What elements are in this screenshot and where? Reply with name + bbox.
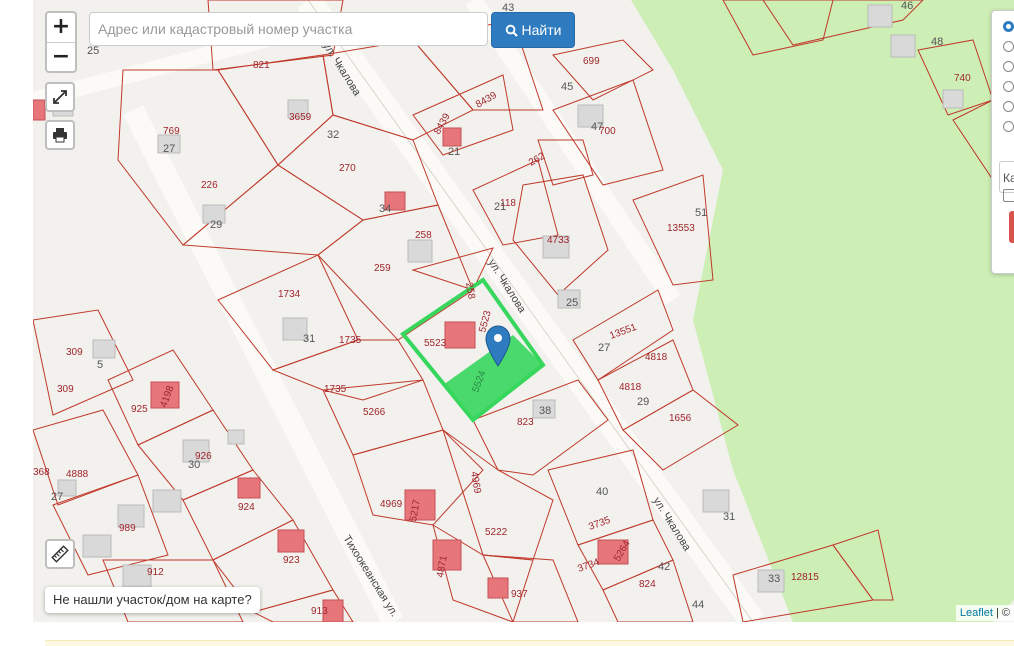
parcel-label: 5266 — [363, 407, 386, 418]
house-number: 46 — [901, 0, 913, 12]
parcel-label: 937 — [511, 589, 528, 600]
house-number: 47 — [591, 121, 603, 133]
parcel-label: 13551 — [608, 322, 638, 342]
layer-radio-5[interactable] — [1003, 101, 1014, 112]
house-number: 31 — [723, 511, 735, 523]
parcel-label: 3659 — [289, 112, 312, 123]
house-number: 5 — [97, 359, 103, 371]
house-number: 44 — [692, 599, 704, 611]
parcel-label: 368 — [33, 467, 50, 478]
house-number: 34 — [379, 203, 391, 215]
parcel-label: 258 — [463, 282, 477, 301]
parcel-label: 258 — [415, 230, 432, 241]
parcel-label: 226 — [201, 180, 218, 191]
house-number: 29 — [637, 396, 649, 408]
parcel-label: 8439 — [474, 90, 499, 111]
parcel-label: 270 — [339, 163, 356, 174]
parcel-label: 309 — [57, 384, 74, 395]
panel-checkbox[interactable] — [1003, 189, 1014, 202]
parcel-label: 4818 — [619, 382, 642, 393]
parcel-label: 925 — [131, 404, 148, 415]
measure-button[interactable] — [45, 539, 75, 569]
ruler-icon — [51, 545, 69, 563]
fullscreen-button[interactable] — [45, 82, 75, 112]
layers-panel: Ка — [991, 10, 1014, 274]
expand-icon — [53, 90, 67, 104]
house-number: 25 — [566, 297, 578, 309]
printer-icon — [53, 128, 67, 143]
house-number: 33 — [768, 573, 780, 585]
map-canvas[interactable]: 821 769 226 270 3659 259 258 1734 1735 1… — [33, 0, 1014, 622]
house-number: 30 — [188, 459, 200, 471]
roads — [33, 0, 764, 622]
bottom-notice-strip — [45, 640, 1014, 646]
zoom-control: + − — [45, 11, 77, 73]
zoom-in-button[interactable]: + — [47, 13, 75, 43]
parcel-label: 309 — [66, 347, 83, 358]
zoom-out-button[interactable]: − — [47, 43, 75, 72]
parcel-label: 1735 — [339, 335, 362, 346]
parcel-label: 740 — [954, 73, 971, 84]
parcel-label: 4969 — [468, 471, 483, 495]
find-button[interactable]: Найти — [491, 12, 575, 48]
parcel-label: 824 — [639, 579, 656, 590]
parcel-label: 262 — [527, 151, 547, 169]
attribution-text: | © — [992, 607, 1010, 619]
parcel-label: 259 — [374, 263, 391, 274]
house-number: 45 — [561, 81, 573, 93]
parcel-label: 1735 — [324, 384, 347, 395]
layer-radio-6[interactable] — [1003, 121, 1014, 132]
parcel-label: 769 — [163, 126, 180, 137]
parcel-label: 3735 — [587, 515, 612, 533]
parcel-label: 989 — [119, 523, 136, 534]
house-number: 27 — [598, 342, 610, 354]
parcel-label: 12815 — [791, 572, 819, 583]
layer-radio-3[interactable] — [1003, 61, 1014, 72]
print-button[interactable] — [45, 120, 75, 150]
house-number: 48 — [931, 36, 943, 48]
parcel-label: 1734 — [278, 289, 301, 300]
search-input[interactable] — [89, 12, 488, 46]
house-number: 21 — [448, 146, 460, 158]
parcel-label: 821 — [253, 60, 270, 71]
house-number: 38 — [539, 405, 551, 417]
parcel-label: 913 — [311, 606, 328, 617]
parcel-label: 3734 — [576, 557, 601, 575]
house-number: 21 — [494, 201, 506, 213]
layer-radio-2[interactable] — [1003, 41, 1014, 52]
house-number: 51 — [695, 207, 707, 219]
parcel-label: 13553 — [667, 223, 695, 234]
leaflet-link[interactable]: Leaflet — [960, 607, 993, 619]
parcel-label: 912 — [147, 567, 164, 578]
parcel-label: 823 — [517, 417, 534, 428]
find-button-label: Найти — [521, 22, 562, 38]
not-found-button[interactable]: Не нашли участок/дом на карте? — [45, 587, 260, 613]
parcel-label: 4733 — [547, 235, 570, 246]
house-number: 27 — [51, 491, 63, 503]
parcel-label: 699 — [583, 56, 600, 67]
parcel-label: 923 — [283, 555, 300, 566]
parcel-label: 1656 — [669, 413, 692, 424]
house-number: 32 — [327, 129, 339, 141]
house-number: 27 — [163, 143, 175, 155]
house-number: 31 — [303, 333, 315, 345]
map-attribution: Leaflet | © — [955, 605, 1014, 621]
layer-radio-1[interactable] — [1003, 21, 1014, 32]
house-number: 25 — [87, 45, 99, 57]
parcel-label: 924 — [238, 502, 255, 513]
parcel-label: 5523 — [424, 338, 447, 349]
map-layer: 821 769 226 270 3659 259 258 1734 1735 1… — [33, 0, 1014, 622]
parcel-label: 5222 — [485, 527, 508, 538]
parcel-label: 4818 — [645, 352, 668, 363]
layer-radio-4[interactable] — [1003, 81, 1014, 92]
search-icon — [505, 24, 518, 37]
street-name: Тихоокеанская ул. — [340, 533, 400, 619]
parcel-label: 4888 — [66, 469, 89, 480]
panel-button[interactable] — [1009, 211, 1014, 243]
house-number: 42 — [658, 561, 670, 573]
parcel-label: 4969 — [380, 499, 403, 510]
house-number: 40 — [596, 486, 608, 498]
house-number: 29 — [210, 219, 222, 231]
